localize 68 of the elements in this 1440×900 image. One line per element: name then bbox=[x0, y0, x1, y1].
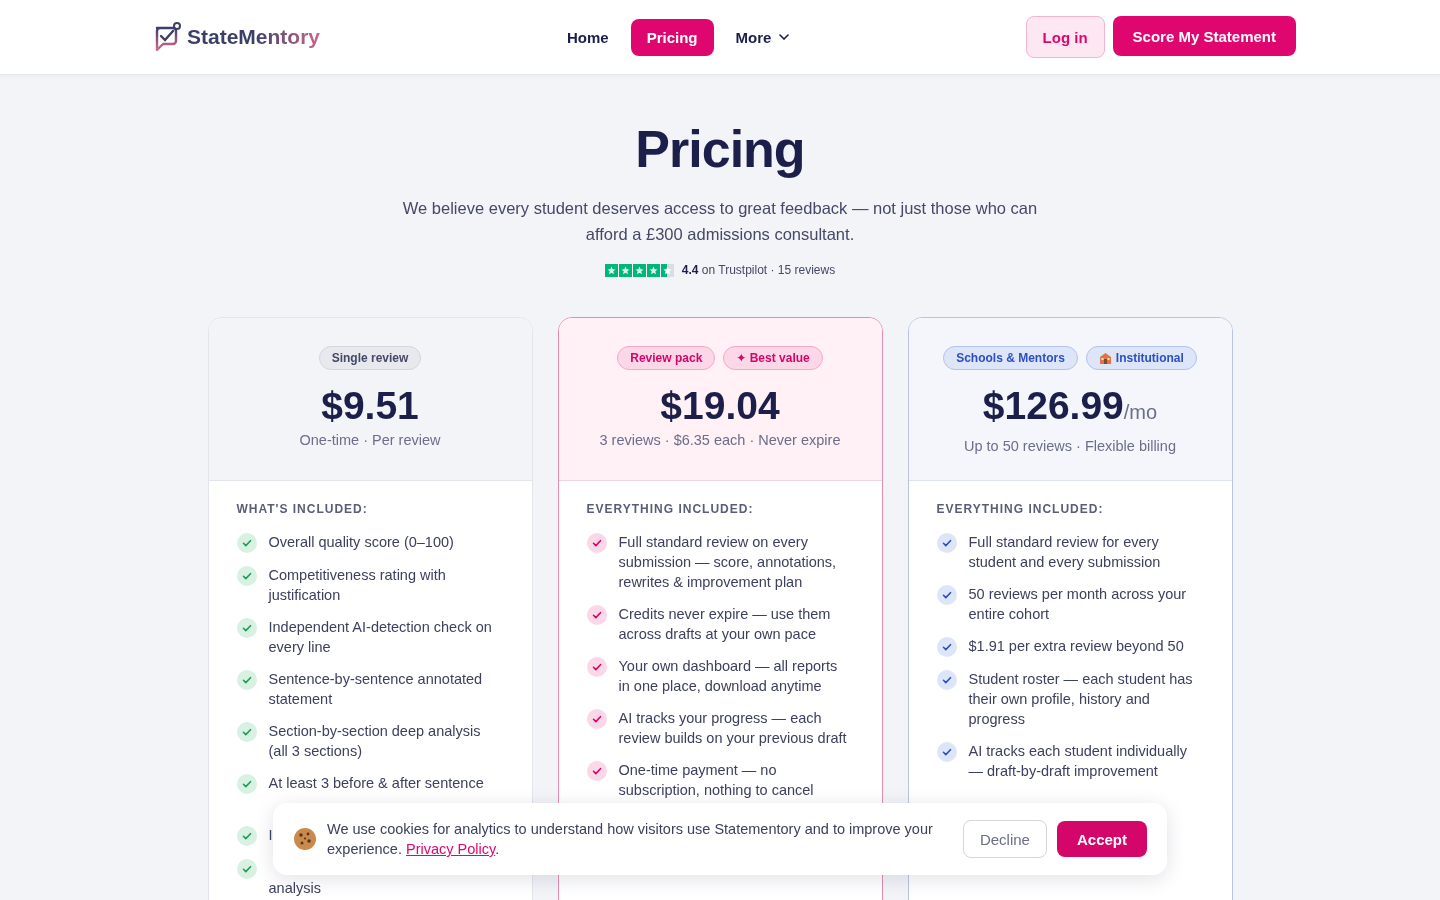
plan-badge: Institutional bbox=[1085, 346, 1197, 370]
plan-badge: Schools & Mentors bbox=[943, 346, 1078, 370]
feature-text: 50 reviews per month across your entire cohort bbox=[968, 585, 1187, 624]
feature-text: One-time payment — no subscription, nothing to cancel bbox=[618, 761, 814, 800]
feature-text: analysis bbox=[268, 879, 321, 898]
page-title: Pricing bbox=[634, 119, 806, 179]
check-icon bbox=[586, 605, 607, 625]
plan-badge: ✦ Best value bbox=[723, 346, 823, 370]
feature-text: Overall quality score (0–100) bbox=[268, 533, 454, 552]
subtitle: We believe every student deserves access to great feedback — not just those who can afford a £300 admissions consultant. bbox=[401, 198, 1039, 245]
plan-badge: Review pack bbox=[617, 346, 716, 370]
check-icon bbox=[936, 742, 957, 762]
check-icon bbox=[586, 657, 607, 677]
plan-note: One-time · Per review bbox=[299, 432, 441, 448]
nav-link[interactable]: More bbox=[719, 18, 806, 56]
feature-text: I bbox=[268, 826, 273, 845]
plan-note: 3 reviews · $6.35 each · Never expire bbox=[599, 432, 841, 448]
decline-button[interactable]: Decline bbox=[962, 820, 1047, 858]
check-icon bbox=[586, 761, 607, 781]
feature-text: Full standard review on every submission — score, annotations, rewrites & improvement plan bbox=[618, 533, 837, 592]
check-icon bbox=[236, 774, 257, 794]
feature-text: Sentence-by-sentence annotated statement bbox=[268, 670, 483, 709]
feature-text: Your own dashboard — all reports in one place, download anytime bbox=[618, 657, 838, 696]
check-icon bbox=[236, 618, 257, 638]
check-icon bbox=[936, 533, 957, 553]
feature-text: Full standard review for every student and every submission bbox=[968, 533, 1161, 572]
check-icon bbox=[236, 566, 257, 586]
features-heading: EVERYTHING INCLUDED: bbox=[936, 502, 1105, 516]
plan-note: Up to 50 reviews · Flexible billing bbox=[964, 438, 1176, 454]
cookie-message: We use cookies for analytics to understand how visitors use Statementory and to improve your experience. Privacy Policy. bbox=[327, 820, 934, 859]
plan-price: $19.04 bbox=[660, 384, 780, 427]
login-button[interactable]: Log in bbox=[1025, 16, 1105, 58]
price-period: /mo bbox=[1123, 401, 1158, 423]
feature-text: AI tracks your progress — each review builds on your previous draft bbox=[618, 709, 847, 748]
feature-text: Credits never expire — use them across drafts at your own pace bbox=[618, 605, 831, 644]
check-icon bbox=[236, 859, 257, 879]
accept-button[interactable]: Accept bbox=[1056, 821, 1147, 857]
features-heading: EVERYTHING INCLUDED: bbox=[586, 502, 755, 516]
cookie-icon bbox=[293, 827, 317, 851]
check-icon bbox=[236, 670, 257, 690]
check-icon bbox=[236, 826, 257, 846]
rating-text: 4.4 on Trustpilot · 15 reviews bbox=[681, 263, 836, 277]
feature-text: $1.91 per extra review beyond 50 bbox=[968, 637, 1184, 656]
score-statement-button[interactable]: Score My Statement bbox=[1112, 16, 1296, 56]
nav-link[interactable]: Home bbox=[551, 18, 625, 56]
nav-link[interactable]: Pricing bbox=[630, 18, 714, 56]
feature-text: Section-by-section deep analysis (all 3 sections) bbox=[268, 722, 481, 761]
star-icon bbox=[660, 263, 674, 277]
plan-price: $126.99 bbox=[982, 384, 1124, 427]
feature-text: Competitiveness rating with justification bbox=[268, 566, 446, 605]
check-icon bbox=[586, 533, 607, 553]
feature-text: Student roster — each student has their own profile, history and progress bbox=[968, 670, 1193, 729]
feature-text: AI tracks each student individually — draft-by-draft improvement bbox=[968, 742, 1187, 781]
star-icon bbox=[618, 263, 632, 277]
check-icon bbox=[236, 722, 257, 742]
features-heading: WHAT'S INCLUDED: bbox=[236, 502, 369, 516]
plan-badge: Single review bbox=[318, 346, 422, 370]
check-icon bbox=[936, 585, 957, 605]
star-icon bbox=[632, 263, 646, 277]
feature-text: Independent AI-detection check on every line bbox=[268, 618, 492, 657]
plan-price: $9.51 bbox=[321, 384, 419, 427]
check-icon bbox=[936, 637, 957, 657]
feature-text: At least 3 before & after sentence bbox=[268, 774, 484, 793]
check-icon bbox=[936, 670, 957, 690]
check-icon bbox=[586, 709, 607, 729]
check-icon bbox=[236, 533, 257, 553]
star-icon bbox=[646, 263, 660, 277]
star-icon bbox=[604, 263, 618, 277]
